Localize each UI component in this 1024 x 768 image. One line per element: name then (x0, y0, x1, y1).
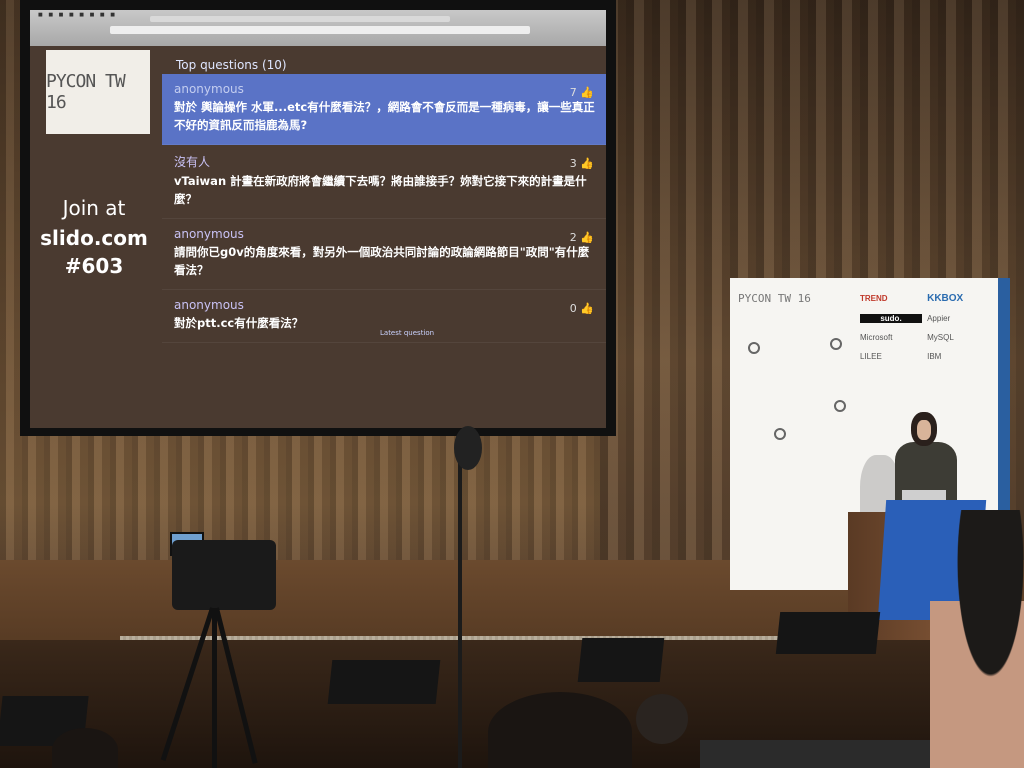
question-text: 對於 輿論操作 水軍...etc有什麼看法？，網路會不會反而是一種病毒，讓一些真… (174, 100, 595, 132)
question-votes: 7 👍 (569, 86, 594, 99)
audience-laptop (700, 740, 960, 768)
question-author: anonymous (174, 82, 244, 96)
question-author: anonymous (174, 227, 244, 241)
question-item: anonymous 2 👍 請問你已g0v的角度來看，對另外一個政治共同討論的政… (162, 219, 606, 290)
thumbs-up-icon: 👍 (580, 302, 594, 315)
pycon-logo: PYCON TW 16 (46, 50, 150, 134)
speaker-face (917, 420, 931, 440)
question-author: anonymous (174, 298, 244, 312)
question-author: 沒有人 (174, 155, 211, 169)
sponsor-logo: LILEE (860, 352, 882, 361)
thumbs-up-icon: 👍 (580, 86, 594, 99)
sponsor-logo: sudo. (860, 314, 922, 323)
latest-question-label: Latest question (380, 329, 435, 337)
sponsor-logo: IBM (927, 352, 942, 361)
speaker (893, 412, 959, 502)
board-decoration (834, 400, 846, 412)
join-line1: Join at (62, 196, 126, 220)
join-line3: #603 (64, 254, 124, 278)
browser-toolbar: ■ ■ ■ ■ ■ ■ ■ ■ (30, 10, 606, 46)
tripod-leg (212, 608, 217, 768)
board-decoration (774, 428, 786, 440)
sponsor-logos: TREND KKBOX sudo. Appier Microsoft MySQL… (860, 286, 994, 363)
question-votes: 3 👍 (569, 157, 594, 170)
question-item: anonymous 7 👍 對於 輿論操作 水軍...etc有什麼看法？，網路會… (162, 74, 606, 145)
question-votes: 0 👍 (569, 302, 594, 315)
audience-head (636, 694, 688, 744)
join-line2: slido.com (40, 226, 148, 250)
join-info: Join at slido.com #603 (30, 196, 158, 278)
questions-list: anonymous 7 👍 對於 輿論操作 水軍...etc有什麼看法？，網路會… (162, 74, 606, 343)
board-decoration (748, 342, 760, 354)
stage-monitor-speaker (577, 638, 665, 682)
projection-screen: ■ ■ ■ ■ ■ ■ ■ ■ PYCON TW 16 Join at slid… (20, 0, 616, 436)
stage-monitor-speaker (775, 612, 881, 654)
thumbs-up-icon: 👍 (580, 231, 594, 244)
slide: ■ ■ ■ ■ ■ ■ ■ ■ PYCON TW 16 Join at slid… (30, 10, 606, 428)
question-text: 請問你已g0v的角度來看，對另外一個政治共同討論的政論網路節目"政問"有什麼看法… (174, 245, 590, 277)
pycon-logo-text: PYCON TW 16 (46, 71, 126, 113)
sponsor-logo: TREND (860, 294, 888, 303)
audience-head (488, 692, 632, 768)
audience-person-foreground (930, 510, 1024, 768)
sponsor-logo: Microsoft (860, 333, 893, 342)
browser-url-bar (110, 26, 530, 34)
video-camera (172, 540, 276, 610)
question-item: 沒有人 3 👍 vTaiwan 計畫在新政府將會繼續下去嗎？將由誰接手？妳對它接… (162, 145, 606, 219)
question-text: vTaiwan 計畫在新政府將會繼續下去嗎？將由誰接手？妳對它接下來的計畫是什麼… (174, 174, 587, 206)
browser-menu: ■ ■ ■ ■ ■ ■ ■ ■ (38, 12, 117, 18)
questions-header: Top questions (10) (176, 58, 287, 72)
board-logo: PYCON TW 16 (738, 292, 811, 305)
auditorium-scene: ■ ■ ■ ■ ■ ■ ■ ■ PYCON TW 16 Join at slid… (0, 0, 1024, 768)
browser-tabs (150, 16, 450, 22)
sponsor-logo: MySQL (927, 333, 954, 342)
sponsor-logo: KKBOX (927, 293, 964, 304)
board-decoration (830, 338, 842, 350)
sponsor-logo: Appier (927, 314, 951, 323)
microphone-stand (458, 440, 462, 768)
microphone-icon (454, 426, 482, 470)
question-votes: 2 👍 (569, 231, 594, 244)
thumbs-up-icon: 👍 (580, 157, 594, 170)
stage-monitor-speaker (327, 660, 441, 704)
audience-head (52, 728, 118, 768)
